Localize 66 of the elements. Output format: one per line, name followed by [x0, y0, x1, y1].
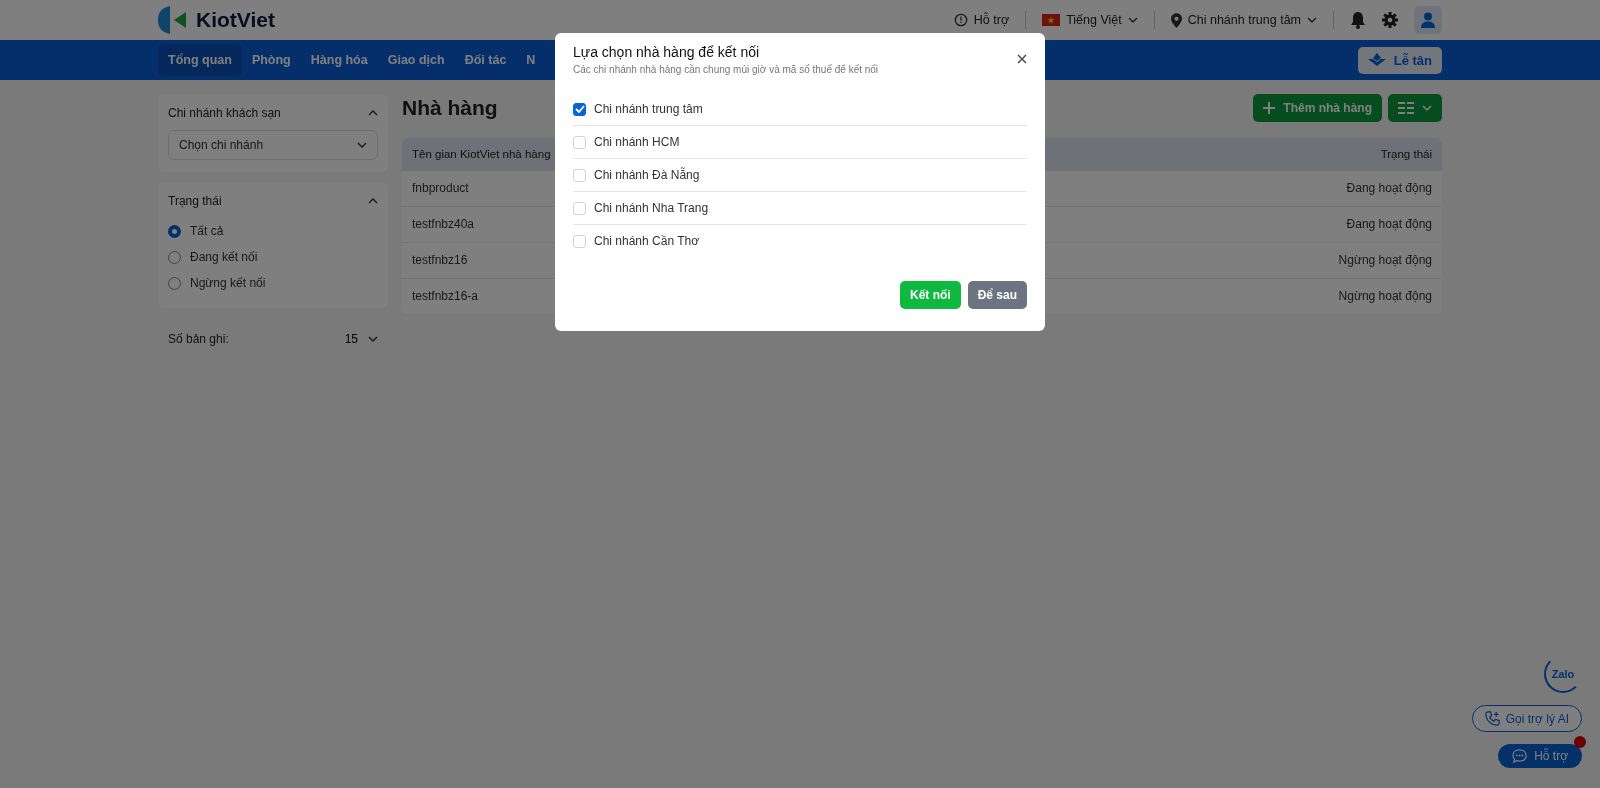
filter-title: Trạng thái: [168, 194, 222, 208]
bell-icon[interactable]: [1350, 11, 1366, 29]
chevron-down-icon: [1307, 17, 1317, 23]
checkbox-label: Chi nhánh Đà Nẵng: [594, 168, 700, 182]
logo-icon: [158, 6, 188, 34]
radio-label: Ngừng kết nối: [190, 276, 266, 290]
plus-icon: [1263, 102, 1276, 114]
dialog-title: Lựa chọn nhà hàng để kết nối: [573, 44, 761, 60]
phone-icon: [1484, 711, 1500, 726]
later-button[interactable]: Để sau: [967, 281, 1027, 309]
checkbox-label: Chi nhánh Nha Trang: [594, 201, 709, 215]
branch-select[interactable]: Chọn chi nhánh: [168, 130, 378, 160]
chevron-down-icon: [357, 142, 367, 148]
language-dropdown[interactable]: Tiếng Việt: [1042, 13, 1138, 27]
column-header: Trạng thái: [1380, 148, 1432, 160]
logo-text: KiotViet: [196, 8, 275, 32]
nav-tab[interactable]: N: [516, 44, 546, 76]
filter-title: Chi nhánh khách sạn: [168, 106, 281, 120]
table-cell: fnbproduct: [412, 181, 469, 195]
lotus-icon: [1367, 53, 1386, 67]
add-restaurant-button[interactable]: Thêm nhà hàng: [1253, 94, 1382, 122]
connect-button[interactable]: Kết nối: [899, 281, 961, 309]
settings-icon[interactable]: [1382, 12, 1398, 28]
table-cell: Đang hoạt động: [1346, 217, 1432, 231]
radio-label: Tất cả: [190, 224, 224, 238]
table-cell: Ngừng hoạt động: [1338, 289, 1432, 303]
checkbox-label: Chi nhánh trung tâm: [594, 102, 703, 116]
branch-dropdown[interactable]: Chi nhánh trung tâm: [1170, 12, 1317, 28]
checkbox-label: Chi nhánh HCM: [594, 135, 680, 149]
notification-dot: [1574, 736, 1586, 748]
support-link[interactable]: Hỗ trợ: [953, 13, 1010, 27]
table-cell: Đang hoạt động: [1346, 181, 1432, 195]
collapse-icon[interactable]: [368, 198, 378, 204]
nav-tab[interactable]: Giao dịch: [377, 44, 455, 76]
checkbox-label: Chi nhánh Cần Thơ: [594, 234, 700, 248]
table-cell: testfnbz16: [412, 253, 468, 267]
alert-bubble-icon: [953, 13, 968, 27]
list-icon: [1398, 102, 1414, 114]
checkbox[interactable]: [573, 102, 586, 116]
table-cell: testfnbz40a: [412, 217, 475, 231]
reception-button[interactable]: Lễ tân: [1357, 46, 1442, 74]
ai-call-button[interactable]: Gọi trợ lý AI: [1471, 705, 1582, 732]
nav-tab[interactable]: Tổng quan: [158, 44, 242, 76]
table-cell: testfnbz16-a: [412, 289, 479, 303]
column-header: Tên gian KiotViet nhà hàng: [412, 148, 551, 160]
close-icon[interactable]: [1017, 54, 1027, 64]
page-size-label: Số bản ghi:: [168, 332, 229, 346]
dialog-subtitle: Các chi nhánh nhà hàng cần chung múi giờ và mã số thuế để kết nối: [573, 64, 879, 75]
page-size-select[interactable]: 15: [344, 332, 378, 346]
page-title: Nhà hàng: [402, 96, 498, 120]
nav-tab[interactable]: Hàng hóa: [300, 44, 378, 76]
user-avatar[interactable]: [1414, 6, 1442, 34]
nav-tab[interactable]: Đối tác: [454, 44, 517, 76]
chevron-down-icon: [368, 336, 378, 342]
radio-label: Đang kết nối: [190, 250, 258, 264]
collapse-icon[interactable]: [368, 110, 378, 116]
chevron-down-icon: [1422, 105, 1432, 111]
nav-tab[interactable]: Phòng: [241, 44, 301, 76]
support-chat-button[interactable]: Hỗ trợ: [1498, 744, 1582, 768]
radio-button[interactable]: [168, 224, 181, 238]
chat-icon: [1512, 749, 1528, 763]
location-pin-icon: [1170, 12, 1182, 28]
flag-icon: [1042, 14, 1061, 26]
view-options-button[interactable]: [1388, 94, 1442, 122]
table-cell: Ngừng hoạt động: [1338, 253, 1432, 267]
chevron-down-icon: [1127, 17, 1138, 23]
